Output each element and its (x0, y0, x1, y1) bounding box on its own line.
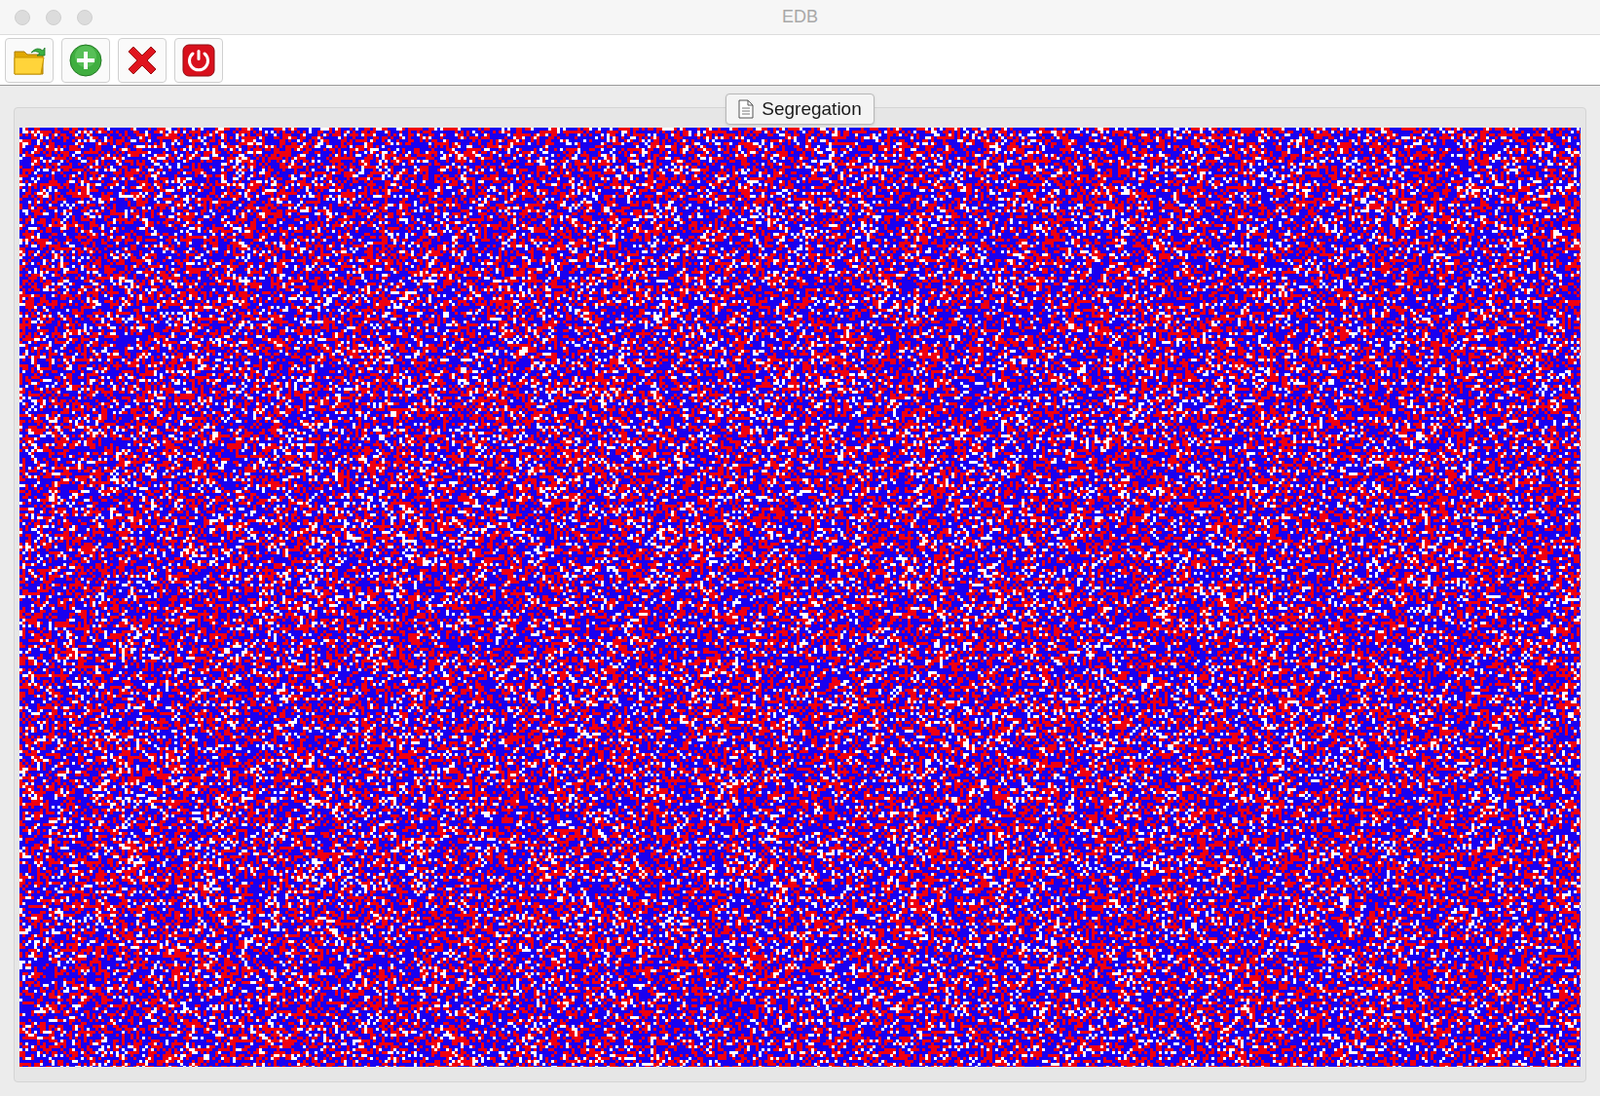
close-button[interactable] (14, 9, 31, 26)
quit-button[interactable] (174, 37, 224, 83)
add-button[interactable] (61, 37, 111, 83)
folder-icon (11, 43, 47, 77)
title-bar: EDB (0, 0, 1600, 36)
window-controls (14, 9, 93, 26)
app-window: EDB (0, 0, 1600, 1096)
cross-icon (124, 42, 160, 78)
zoom-button[interactable] (76, 9, 93, 26)
tab-bar: Segregation (13, 93, 1587, 121)
content-area: Segregation (0, 85, 1600, 1096)
open-button[interactable] (4, 37, 54, 83)
power-icon (181, 42, 217, 78)
tab[interactable]: Segregation (725, 93, 874, 125)
segregation-grid (19, 127, 1581, 1067)
plus-icon (68, 42, 104, 78)
document-icon (738, 99, 754, 119)
tab-panel (13, 107, 1587, 1082)
window-title: EDB (781, 3, 819, 31)
minimize-button[interactable] (45, 9, 62, 26)
remove-button[interactable] (117, 37, 167, 83)
tab-label: Segregation (761, 95, 861, 124)
toolbar (0, 35, 1600, 86)
